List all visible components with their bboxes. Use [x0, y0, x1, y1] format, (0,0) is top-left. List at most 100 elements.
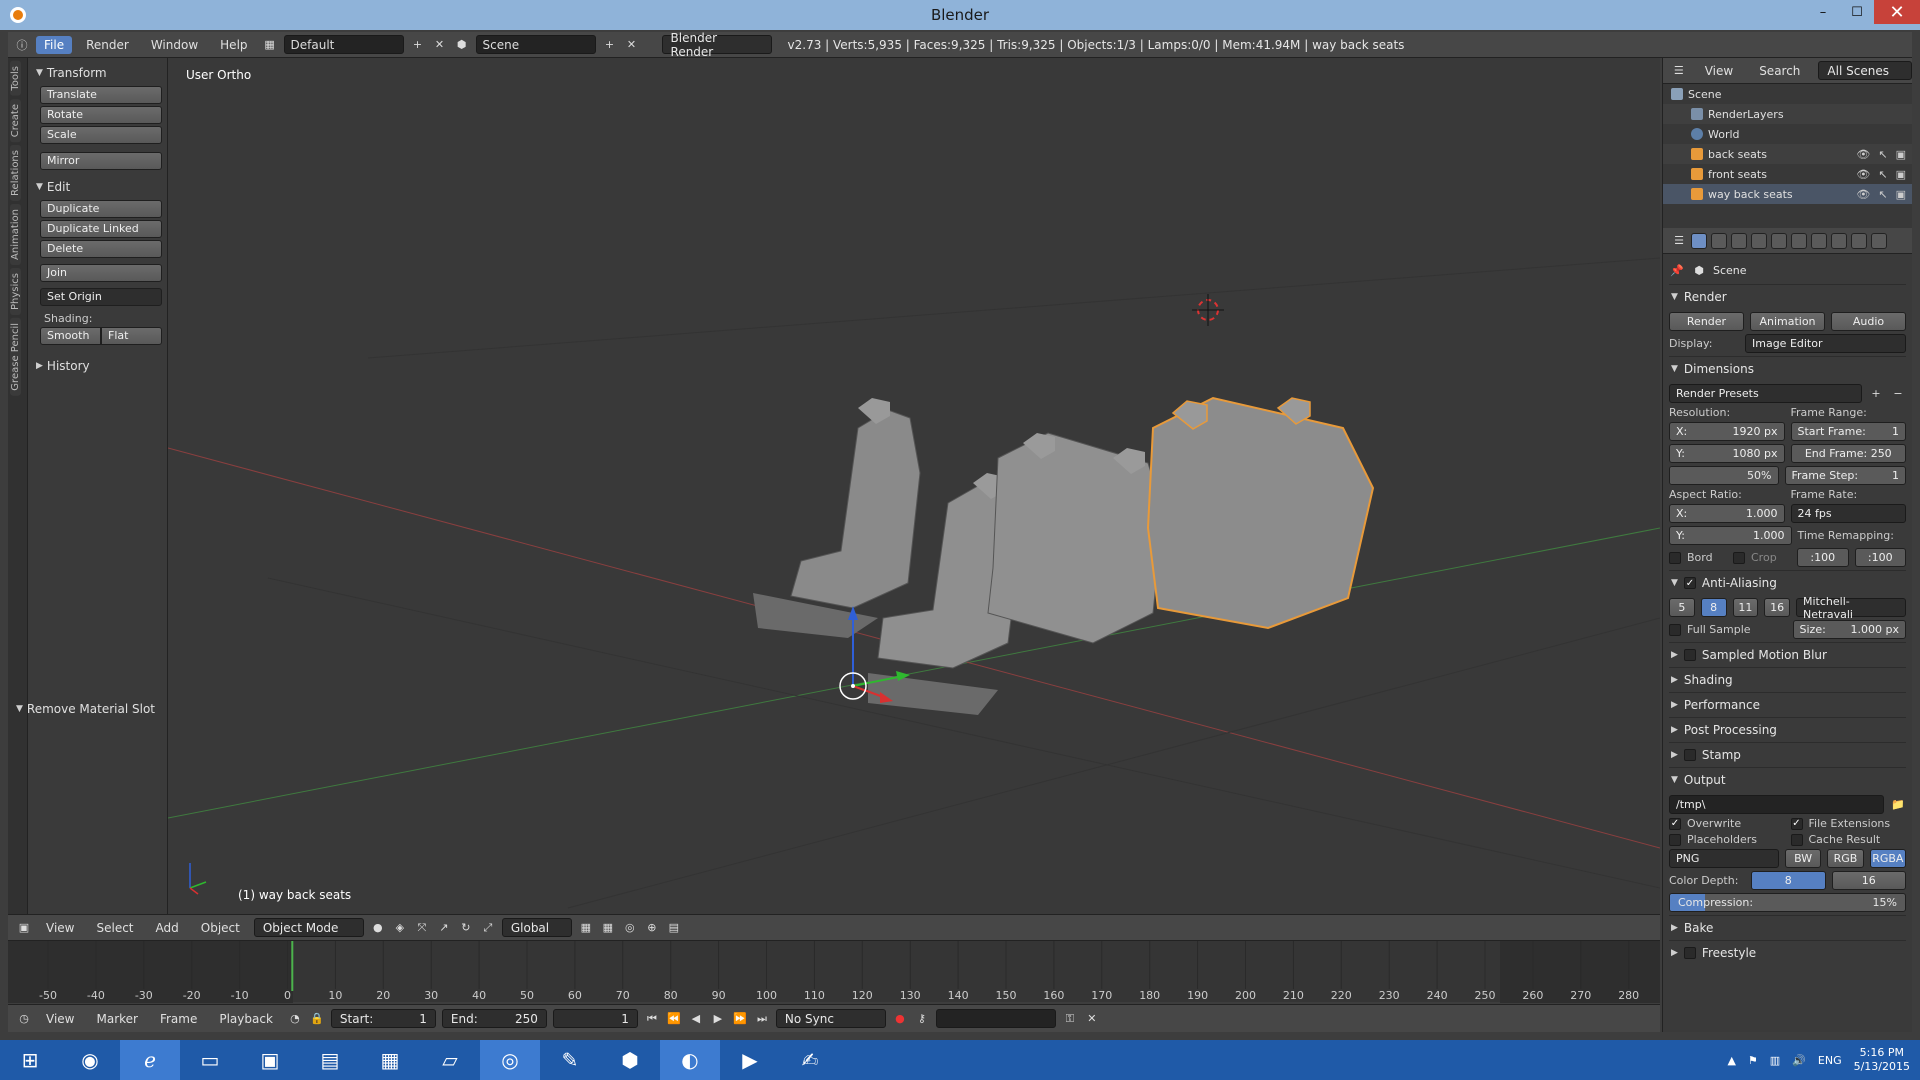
outliner-row-front-seats[interactable]: front seats 👁 ↖ ▣ [1663, 164, 1912, 184]
close-button[interactable]: ✕ [1874, 0, 1920, 24]
menu-object[interactable]: Object [193, 919, 248, 937]
internet-explorer-icon[interactable]: ℯ [120, 1040, 180, 1080]
viewport-shading-icon[interactable]: ● [370, 920, 386, 936]
render-section-header[interactable]: ▼ Render [1669, 284, 1906, 309]
3d-cursor-icon[interactable] [1192, 294, 1224, 326]
store-icon[interactable]: ▣ [240, 1040, 300, 1080]
menu-file[interactable]: File [36, 35, 73, 54]
modifiers-context-icon[interactable] [1811, 232, 1827, 249]
duplicate-button[interactable]: Duplicate [40, 200, 162, 218]
action-center-flag-icon[interactable]: ⚑ [1748, 1054, 1758, 1067]
scene-icon[interactable]: ⬢ [454, 37, 470, 53]
menu-window[interactable]: Window [143, 36, 206, 54]
translate-manipulator-icon[interactable]: ↗ [436, 920, 452, 936]
tray-chevron-icon[interactable]: ▲ [1727, 1054, 1735, 1067]
performance-section-header[interactable]: ▶ Performance [1669, 692, 1906, 717]
flat-shading-button[interactable]: Flat [101, 327, 162, 345]
end-frame-field[interactable]: End Frame: 250 [1790, 444, 1906, 463]
notepad-icon[interactable]: ▱ [420, 1040, 480, 1080]
lock-range-icon[interactable]: 🔒 [309, 1011, 325, 1027]
maximize-button[interactable]: ☐ [1840, 0, 1874, 24]
operator-panel-header[interactable]: ▼ Remove Material Slot [14, 698, 157, 720]
tab-grease-pencil[interactable]: Grease Pencil [10, 317, 21, 396]
proportional-edit-icon[interactable]: ◎ [622, 920, 638, 936]
seat-front-left[interactable] [753, 398, 921, 638]
jump-end-icon[interactable]: ⏭ [754, 1011, 770, 1027]
end-frame-field[interactable]: End: 250 [441, 1009, 547, 1028]
scene-field[interactable]: Scene [475, 35, 596, 54]
aspect-y-field[interactable]: Y: 1.000 [1669, 526, 1792, 545]
clock[interactable]: 5:16 PM 5/13/2015 [1854, 1046, 1910, 1074]
keying-set-field[interactable] [935, 1009, 1056, 1028]
editor-type-info-icon[interactable]: ⓘ [14, 37, 30, 53]
aa-samples-5[interactable]: 5 [1669, 598, 1695, 617]
manipulator-toggle-icon[interactable]: ⤧ [414, 920, 430, 936]
remap-old-field[interactable]: :100 [1797, 548, 1849, 567]
aa-samples-11[interactable]: 11 [1732, 598, 1759, 617]
tab-physics[interactable]: Physics [10, 267, 21, 315]
output-path-field[interactable]: /tmp\ [1669, 795, 1884, 814]
seat-middle-bench[interactable] [987, 432, 1164, 644]
text-editor-icon[interactable]: ✍ [780, 1040, 840, 1080]
minimize-button[interactable]: – [1806, 0, 1840, 24]
network-icon[interactable]: ▥ [1770, 1054, 1780, 1067]
render-context-icon[interactable] [1691, 232, 1707, 249]
overwrite-checkbox[interactable]: ✓ [1669, 817, 1681, 830]
display-mode-dropdown[interactable]: All Scenes [1818, 61, 1912, 80]
3d-viewport[interactable]: User Ortho (1) way back seats [168, 58, 1660, 914]
anti-aliasing-section-header[interactable]: ▼ ✓ Anti-Aliasing [1669, 570, 1906, 595]
select-arrow-icon[interactable]: ↖ [1878, 148, 1887, 161]
add-preset-icon[interactable]: + [1868, 386, 1884, 402]
aa-filter-dropdown[interactable]: Mitchell-Netravali [1796, 595, 1906, 621]
color-mode-rgb[interactable]: RGB [1827, 849, 1864, 868]
render-presets-dropdown[interactable]: Render Presets [1669, 384, 1862, 403]
outliner-row-world[interactable]: World [1663, 124, 1912, 144]
crop-checkbox[interactable] [1733, 551, 1745, 564]
pin-icon[interactable]: 📌 [1669, 262, 1685, 278]
volume-icon[interactable]: 🔊 [1792, 1054, 1806, 1067]
edit-panel-header[interactable]: ▼ Edit [34, 176, 163, 198]
material-context-icon[interactable] [1851, 232, 1867, 249]
file-extensions-checkbox[interactable]: ✓ [1790, 817, 1803, 830]
visibility-eye-icon[interactable]: 👁 [1856, 168, 1870, 181]
smooth-shading-button[interactable]: Smooth [40, 327, 101, 345]
blender-taskbar-icon[interactable]: ◎ [480, 1040, 540, 1080]
paint-app-icon[interactable]: ◐ [660, 1040, 720, 1080]
render-layers-context-icon[interactable] [1711, 232, 1727, 249]
pivot-point-icon[interactable]: ◈ [392, 920, 408, 936]
menu-search[interactable]: Search [1751, 62, 1808, 80]
set-origin-dropdown[interactable]: Set Origin [40, 288, 162, 306]
scale-button[interactable]: Scale [40, 126, 162, 144]
play-icon[interactable]: ▶ [710, 1011, 726, 1027]
object-context-icon[interactable] [1771, 232, 1787, 249]
rotate-manipulator-icon[interactable]: ↻ [458, 920, 474, 936]
seat-way-back-selected[interactable] [1146, 396, 1375, 630]
dimensions-section-header[interactable]: ▼ Dimensions [1669, 356, 1906, 381]
history-panel-header[interactable]: ▶ History [34, 355, 163, 377]
menu-view[interactable]: View [1697, 62, 1741, 80]
remove-preset-icon[interactable]: − [1890, 386, 1906, 402]
render-engine-dropdown[interactable]: Blender Render [661, 31, 772, 59]
orientation-dropdown[interactable]: Global [501, 918, 572, 937]
scene-context-icon[interactable] [1731, 232, 1747, 249]
jump-start-icon[interactable]: ⏮ [644, 1011, 660, 1027]
tab-relations[interactable]: Relations [10, 144, 21, 201]
prev-keyframe-icon[interactable]: ⏪ [666, 1011, 682, 1027]
chrome-icon[interactable]: ◉ [60, 1040, 120, 1080]
current-frame-field[interactable]: 1 [552, 1009, 638, 1028]
menu-playback[interactable]: Playback [211, 1010, 281, 1028]
scale-manipulator-icon[interactable]: ⤢ [480, 920, 496, 936]
compression-slider[interactable]: Compression: 15% [1669, 893, 1906, 912]
timeline-editor[interactable]: -50 -40 -30 -20 -10 0 10 20 30 40 50 60 70 80 90 100 110… [8, 940, 1660, 1003]
start-frame-field[interactable]: Start Frame: 1 [1790, 422, 1906, 441]
start-frame-field[interactable]: Start: 1 [330, 1009, 436, 1028]
editor-type-properties-icon[interactable]: ☰ [1671, 233, 1687, 249]
outliner[interactable]: ☰ View Search All Scenes Scene RenderLay… [1662, 58, 1912, 228]
app-icon[interactable]: ▤ [300, 1040, 360, 1080]
motion-blur-checkbox[interactable] [1683, 649, 1696, 661]
editor-type-3d-icon[interactable]: ▣ [16, 920, 32, 936]
file-format-dropdown[interactable]: PNG [1669, 849, 1779, 868]
delete-button[interactable]: Delete [40, 240, 162, 258]
menu-select[interactable]: Select [88, 919, 141, 937]
animation-button[interactable]: Animation [1750, 312, 1825, 331]
